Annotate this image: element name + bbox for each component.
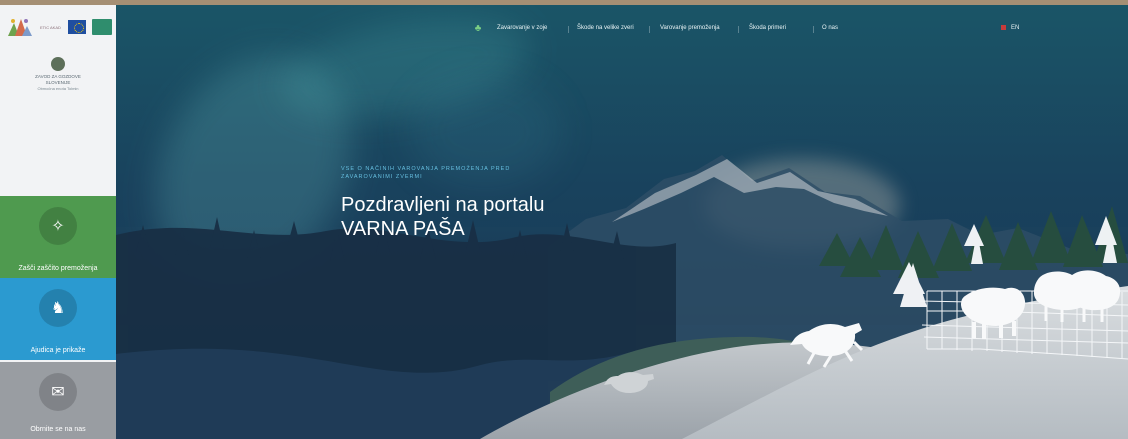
language-switch[interactable]: EN: [1011, 25, 1019, 31]
nav-item-protection[interactable]: Varovanje premoženja: [660, 25, 720, 31]
institution-logo: ZAVOD ZA GOZDOVE SLOVENIJE Območna enota…: [34, 57, 82, 91]
nav-separator: [738, 26, 739, 33]
hero-eyebrow: VSE O NAČINIH VAROVANJA PREMOŽENJA PRED …: [341, 166, 511, 180]
hero-title-line-1: Pozdravljeni na portalu: [341, 194, 545, 216]
sidebar-tile-protection[interactable]: ✧ Zašči zaščito premoženja: [0, 196, 116, 278]
sidebar-logos: ETIC AKAD ZAVOD ZA GOZDOVE SLOVENIJE Obm…: [0, 5, 116, 190]
hero-title-line-2: VARNA PAŠA: [341, 218, 465, 240]
slovenian-flag-icon[interactable]: [1001, 25, 1006, 30]
security-plant-icon: ✧: [39, 207, 77, 245]
leaf-icon[interactable]: ♣: [472, 23, 484, 35]
top-navigation: ♣ Zavarovanje v zoje Škode na velike zve…: [116, 5, 1128, 49]
tile-label: Obrnite se na nas: [30, 426, 86, 433]
forest-service-icon: [51, 57, 65, 71]
nav-item-insurance[interactable]: Zavarovanje v zoje: [497, 25, 547, 31]
nav-separator: [813, 26, 814, 33]
nav-item-damage[interactable]: Škode na velike zveri: [577, 25, 634, 31]
chat-icon: ✉: [39, 373, 77, 411]
sidebar-tile-damage[interactable]: ♞ Ajudica je prikaže: [0, 278, 116, 360]
program-logo: [92, 19, 112, 35]
institution-name: ZAVOD ZA GOZDOVE SLOVENIJE: [35, 74, 81, 85]
tile-label: Ajudica je prikaže: [30, 347, 86, 354]
wild-animal-icon: ♞: [39, 289, 77, 327]
project-logo-text: ETIC AKAD: [40, 24, 61, 30]
institution-subtitle: Območna enota Tolmin: [37, 86, 79, 91]
partner-logo-row: ETIC AKAD: [6, 15, 112, 39]
project-logo: [6, 16, 34, 38]
sidebar-tile-contact[interactable]: ✉ Obrnite se na nas: [0, 362, 116, 439]
tile-label: Zašči zaščito premoženja: [18, 265, 98, 272]
nav-separator: [568, 26, 569, 33]
nav-item-cases[interactable]: Škoda primeri: [749, 25, 786, 31]
hero-illustration: [116, 155, 1128, 439]
nav-separator: [649, 26, 650, 33]
nav-item-about[interactable]: O nas: [822, 25, 838, 31]
eu-flag: [67, 20, 86, 34]
left-sidebar: ETIC AKAD ZAVOD ZA GOZDOVE SLOVENIJE Obm…: [0, 5, 116, 439]
